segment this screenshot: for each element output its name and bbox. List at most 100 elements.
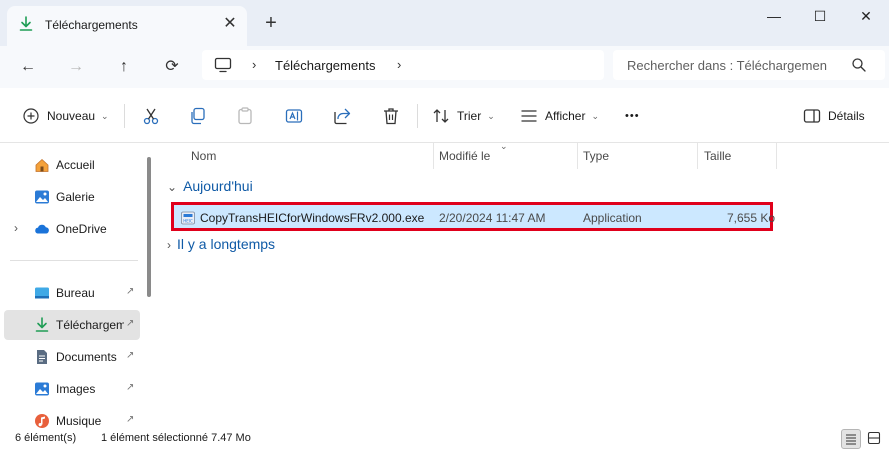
divider	[124, 104, 125, 128]
navigation-pane: Accueil Galerie › OneDrive Bureau ↗ Télé…	[0, 143, 158, 428]
sidebar-item-musique[interactable]: Musique ↗	[4, 406, 140, 428]
more-options-button[interactable]: •••	[625, 104, 640, 128]
details-button[interactable]: Détails	[803, 104, 865, 128]
music-icon	[35, 414, 49, 428]
paste-icon[interactable]	[235, 106, 255, 126]
sidebar-label: Musique	[56, 414, 102, 428]
share-icon[interactable]	[332, 106, 352, 126]
status-bar: 6 élément(s) 1 élément sélectionné 7.47 …	[0, 428, 889, 451]
onedrive-icon	[35, 224, 49, 234]
tab-close-button[interactable]: ✕	[221, 15, 239, 33]
computer-icon	[214, 57, 232, 73]
copy-icon[interactable]	[188, 106, 208, 126]
details-view-button[interactable]	[841, 429, 861, 449]
expand-chevron-icon[interactable]: ›	[14, 221, 18, 235]
back-button[interactable]: ←	[15, 54, 41, 80]
group-header-today[interactable]: ⌄ Aujourd'hui	[167, 178, 253, 194]
sidebar-label: Téléchargem	[56, 318, 124, 332]
up-button[interactable]: ↑	[111, 54, 137, 80]
column-divider[interactable]	[776, 143, 777, 169]
pin-icon[interactable]: ↗	[126, 318, 134, 329]
details-label: Détails	[828, 109, 865, 123]
sidebar-label: Images	[56, 382, 96, 396]
new-tab-button[interactable]: +	[262, 13, 280, 33]
chevron-down-icon: ⌄	[101, 110, 109, 121]
sidebar-item-images[interactable]: Images ↗	[4, 374, 140, 404]
home-icon	[35, 158, 49, 172]
file-name: CopyTransHEICforWindowsFRv2.000.exe	[200, 211, 425, 225]
rename-icon[interactable]	[284, 106, 304, 126]
file-type: Application	[583, 211, 642, 225]
list-view-icon	[521, 110, 537, 122]
sidebar-item-documents[interactable]: Documents ↗	[4, 342, 140, 372]
group-collapsed-chevron-icon: ›	[167, 238, 171, 252]
view-button[interactable]: Afficher ⌄	[520, 104, 599, 128]
tiles-view-button[interactable]	[865, 429, 885, 449]
tab-title: Téléchargements	[45, 18, 138, 32]
sidebar-label: OneDrive	[56, 222, 107, 236]
download-icon	[35, 317, 49, 332]
desktop-icon	[35, 287, 49, 299]
column-divider[interactable]	[433, 143, 434, 169]
sidebar-item-accueil[interactable]: Accueil	[4, 150, 140, 180]
file-size: 7,655 Ko	[727, 211, 776, 225]
sidebar-item-onedrive[interactable]: › OneDrive	[4, 214, 140, 244]
tab-telechargements[interactable]: Téléchargements ✕	[7, 6, 247, 46]
refresh-button[interactable]: ⟳	[159, 54, 185, 80]
title-bar: Téléchargements ✕ + — ☐ ✕	[0, 0, 889, 46]
item-count: 6 élément(s)	[15, 432, 77, 444]
plus-circle-icon	[23, 108, 39, 124]
sort-button[interactable]: Trier ⌄	[432, 104, 495, 128]
breadcrumb-chevron-icon: ›	[252, 57, 257, 72]
details-pane-icon	[803, 109, 821, 123]
sort-label: Trier	[457, 109, 482, 123]
pin-icon[interactable]: ↗	[126, 286, 134, 297]
new-label: Nouveau	[47, 109, 96, 123]
command-bar: Nouveau ⌄ Trier ⌄ Afficher ⌄ ••• Détails	[0, 88, 889, 143]
documents-icon	[37, 350, 47, 364]
column-divider[interactable]	[697, 143, 698, 169]
sort-icon	[433, 109, 449, 123]
sidebar-label: Galerie	[56, 190, 95, 204]
delete-icon[interactable]	[381, 106, 401, 126]
sidebar-label: Accueil	[56, 158, 95, 172]
file-modified: 2/20/2024 11:47 AM	[439, 211, 546, 225]
new-button[interactable]: Nouveau ⌄	[22, 104, 109, 128]
sidebar-item-galerie[interactable]: Galerie	[4, 182, 140, 212]
column-header-type[interactable]: Type	[583, 149, 609, 163]
minimize-button[interactable]: —	[751, 0, 797, 32]
download-icon	[19, 16, 33, 31]
column-header-name[interactable]: Nom	[191, 149, 216, 163]
sort-chevron-icon: ⌄	[500, 141, 508, 151]
group-label: Il y a longtemps	[177, 236, 276, 252]
sidebar-label: Documents	[56, 350, 117, 364]
column-divider[interactable]	[577, 143, 578, 169]
breadcrumb-telechargements[interactable]: Téléchargements	[275, 58, 375, 73]
gallery-icon	[35, 190, 49, 204]
selection-info: 1 élément sélectionné 7.47 Mo	[101, 432, 251, 444]
sidebar-label: Bureau	[56, 286, 95, 300]
sidebar-item-bureau[interactable]: Bureau ↗	[4, 278, 140, 308]
pin-icon[interactable]: ↗	[126, 350, 134, 361]
breadcrumb-chevron-icon[interactable]: ›	[397, 57, 401, 72]
pin-icon[interactable]: ↗	[126, 414, 134, 425]
images-icon	[35, 382, 49, 396]
maximize-button[interactable]: ☐	[797, 0, 843, 32]
column-header-size[interactable]: Taille	[704, 149, 731, 163]
group-label: Aujourd'hui	[183, 178, 253, 194]
search-box[interactable]: Rechercher dans : Téléchargemen	[613, 50, 885, 80]
search-input[interactable]: Rechercher dans : Téléchargemen	[627, 58, 837, 73]
forward-button[interactable]: →	[63, 54, 89, 80]
address-bar[interactable]: › Téléchargements ›	[202, 50, 604, 80]
column-header-modified[interactable]: Modifié le	[439, 149, 490, 163]
sidebar-scrollbar[interactable]	[147, 157, 151, 297]
cut-icon[interactable]	[141, 106, 161, 126]
sidebar-item-telechargements[interactable]: Téléchargem ↗	[4, 310, 140, 340]
group-header-long-ago[interactable]: › Il y a longtemps	[167, 236, 275, 252]
search-icon	[852, 58, 866, 72]
close-window-button[interactable]: ✕	[843, 0, 889, 32]
chevron-down-icon: ⌄	[487, 110, 495, 121]
pin-icon[interactable]: ↗	[126, 382, 134, 393]
more-icon: •••	[625, 110, 640, 122]
file-row-selected[interactable]: HEIC CopyTransHEICforWindowsFRv2.000.exe…	[171, 202, 776, 231]
